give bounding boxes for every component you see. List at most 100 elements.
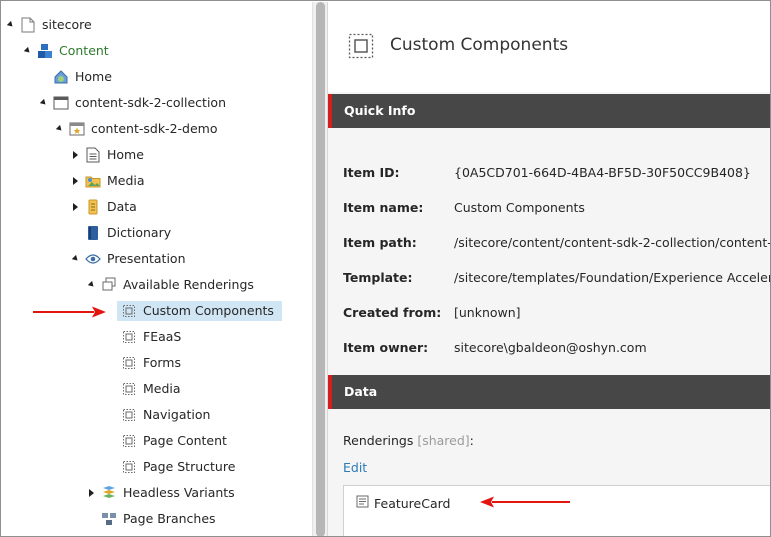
tree-node-data[interactable]: Data xyxy=(69,197,141,217)
page-icon xyxy=(85,147,101,163)
page-title: Custom Components xyxy=(390,35,569,55)
tree-node-content[interactable]: Content xyxy=(21,41,113,61)
tree-node-collection[interactable]: content-sdk-2-collection xyxy=(37,93,230,113)
tree-node-label: content-sdk-2-demo xyxy=(91,121,218,136)
field-label-item-name: Item name: xyxy=(343,200,424,215)
tree-node-label: Page Content xyxy=(143,433,227,448)
renderings-label-text: Renderings xyxy=(343,433,414,448)
tree-node-label: Content xyxy=(59,43,109,58)
field-label-item-path: Item path: xyxy=(343,235,417,250)
site-star-icon xyxy=(69,121,85,137)
tree-node-navigation[interactable]: Navigation xyxy=(121,405,214,425)
tree-node-label: Media xyxy=(143,381,181,396)
annotation-arrow-icon xyxy=(33,306,106,318)
field-label-item-id: Item ID: xyxy=(343,165,400,180)
tree-node-forms[interactable]: Forms xyxy=(121,353,185,373)
expand-toggle[interactable] xyxy=(21,41,33,61)
renderings-field-label: Renderings [shared]: xyxy=(343,433,474,448)
expand-toggle[interactable] xyxy=(69,197,81,217)
shared-tag: [shared] xyxy=(417,433,470,448)
data-icon xyxy=(85,199,101,215)
dictionary-book-icon xyxy=(85,225,101,241)
tree-node-media-renderings[interactable]: Media xyxy=(121,379,185,399)
tree-node-label: Presentation xyxy=(107,251,186,266)
rendering-label: FeatureCard xyxy=(374,495,451,511)
expand-toggle[interactable] xyxy=(69,171,81,191)
scrollbar-thumb[interactable] xyxy=(316,2,325,536)
expand-toggle[interactable] xyxy=(85,483,97,503)
tree-node-label: Home xyxy=(107,147,144,162)
content-tree: sitecore Content Home content-sdk-2-coll… xyxy=(2,2,312,536)
tree-node-available-renderings[interactable]: Available Renderings xyxy=(85,275,258,295)
rendering-dotted-icon xyxy=(121,459,137,475)
tree-node-label: Media xyxy=(107,173,145,188)
field-value-created-from: [unknown] xyxy=(454,305,521,320)
tree-node-home[interactable]: Home xyxy=(37,67,116,87)
tree-node-label: sitecore xyxy=(42,17,92,32)
tree-node-label: Navigation xyxy=(143,407,211,422)
tree-node-page-structure[interactable]: Page Structure xyxy=(121,457,239,477)
tree-node-page-content[interactable]: Page Content xyxy=(121,431,231,451)
section-title: Data xyxy=(344,384,378,399)
field-label-template: Template: xyxy=(343,270,413,285)
item-header: Custom Components xyxy=(328,2,770,92)
tree-node-feaas[interactable]: FEaaS xyxy=(121,327,185,347)
rendering-item-featurecard[interactable]: FeatureCard xyxy=(356,495,450,511)
tree-scrollbar[interactable] xyxy=(312,2,327,536)
rendering-dotted-icon xyxy=(121,355,137,371)
tree-node-custom-components[interactable]: Custom Components xyxy=(117,301,282,321)
tree-node-label: content-sdk-2-collection xyxy=(75,95,227,110)
rendering-dotted-icon xyxy=(121,303,137,319)
tree-node-label: Dictionary xyxy=(107,225,172,240)
rendering-dotted-icon xyxy=(121,433,137,449)
expand-toggle[interactable] xyxy=(69,249,81,269)
tree-node-label: Home xyxy=(75,69,112,84)
field-label-created-from: Created from: xyxy=(343,305,442,320)
tree-node-dictionary[interactable]: Dictionary xyxy=(69,223,175,243)
variants-icon xyxy=(101,485,117,501)
tree-node-presentation[interactable]: Presentation xyxy=(69,249,190,269)
content-pane: Custom Components Quick Info Item ID: {0… xyxy=(327,2,771,536)
section-header-quick-info[interactable]: Quick Info xyxy=(328,94,770,128)
rendering-dotted-icon xyxy=(121,329,137,345)
home-globe-icon xyxy=(53,69,69,85)
renderings-list: FeatureCard xyxy=(343,485,770,536)
tree-node-media[interactable]: Media xyxy=(69,171,149,191)
tree-node-label: Page Structure xyxy=(143,459,236,474)
expand-toggle[interactable] xyxy=(4,15,16,35)
tree-node-page-branches[interactable]: Page Branches xyxy=(101,509,220,529)
expand-toggle[interactable] xyxy=(53,119,65,139)
tree-node-label: Headless Variants xyxy=(123,485,235,500)
field-value-item-path: /sitecore/content/content-sdk-2-collecti… xyxy=(454,235,771,250)
content-cubes-icon xyxy=(37,43,53,59)
tree-node-label: Forms xyxy=(143,355,182,370)
tree-node-label: Data xyxy=(107,199,137,214)
sitecore-page-icon xyxy=(20,17,36,33)
field-value-template[interactable]: /sitecore/templates/Foundation/Experienc… xyxy=(454,270,770,285)
tree-node-label: FEaaS xyxy=(143,329,182,344)
edit-renderings-link[interactable]: Edit xyxy=(343,460,367,475)
window-icon xyxy=(53,95,69,111)
field-value-item-name: Custom Components xyxy=(454,200,585,215)
branches-icon xyxy=(101,511,117,527)
field-value-item-id: {0A5CD701-664D-4BA4-BF5D-30F50CC9B408} xyxy=(454,165,751,180)
tree-node-site-home[interactable]: Home xyxy=(69,145,148,165)
expand-toggle[interactable] xyxy=(85,275,97,295)
section-header-data[interactable]: Data xyxy=(328,375,770,409)
tree-node-sitecore[interactable]: sitecore xyxy=(4,15,96,35)
rendering-doc-icon xyxy=(356,495,369,511)
media-folder-icon xyxy=(85,173,101,189)
tree-node-label: Available Renderings xyxy=(123,277,254,292)
expand-toggle[interactable] xyxy=(69,145,81,165)
tree-node-label: Custom Components xyxy=(143,303,274,318)
tree-node-demo-site[interactable]: content-sdk-2-demo xyxy=(53,119,221,139)
renderings-icon xyxy=(101,277,117,293)
rendering-dotted-icon xyxy=(121,407,137,423)
tree-node-label: Page Branches xyxy=(123,511,216,526)
tree-node-headless-variants[interactable]: Headless Variants xyxy=(85,483,239,503)
field-value-item-owner: sitecore\gbaldeon@oshyn.com xyxy=(454,340,647,355)
renderings-label-colon: : xyxy=(469,433,474,448)
expand-toggle[interactable] xyxy=(37,93,49,113)
section-title: Quick Info xyxy=(344,103,416,118)
rendering-dotted-icon xyxy=(348,33,374,59)
